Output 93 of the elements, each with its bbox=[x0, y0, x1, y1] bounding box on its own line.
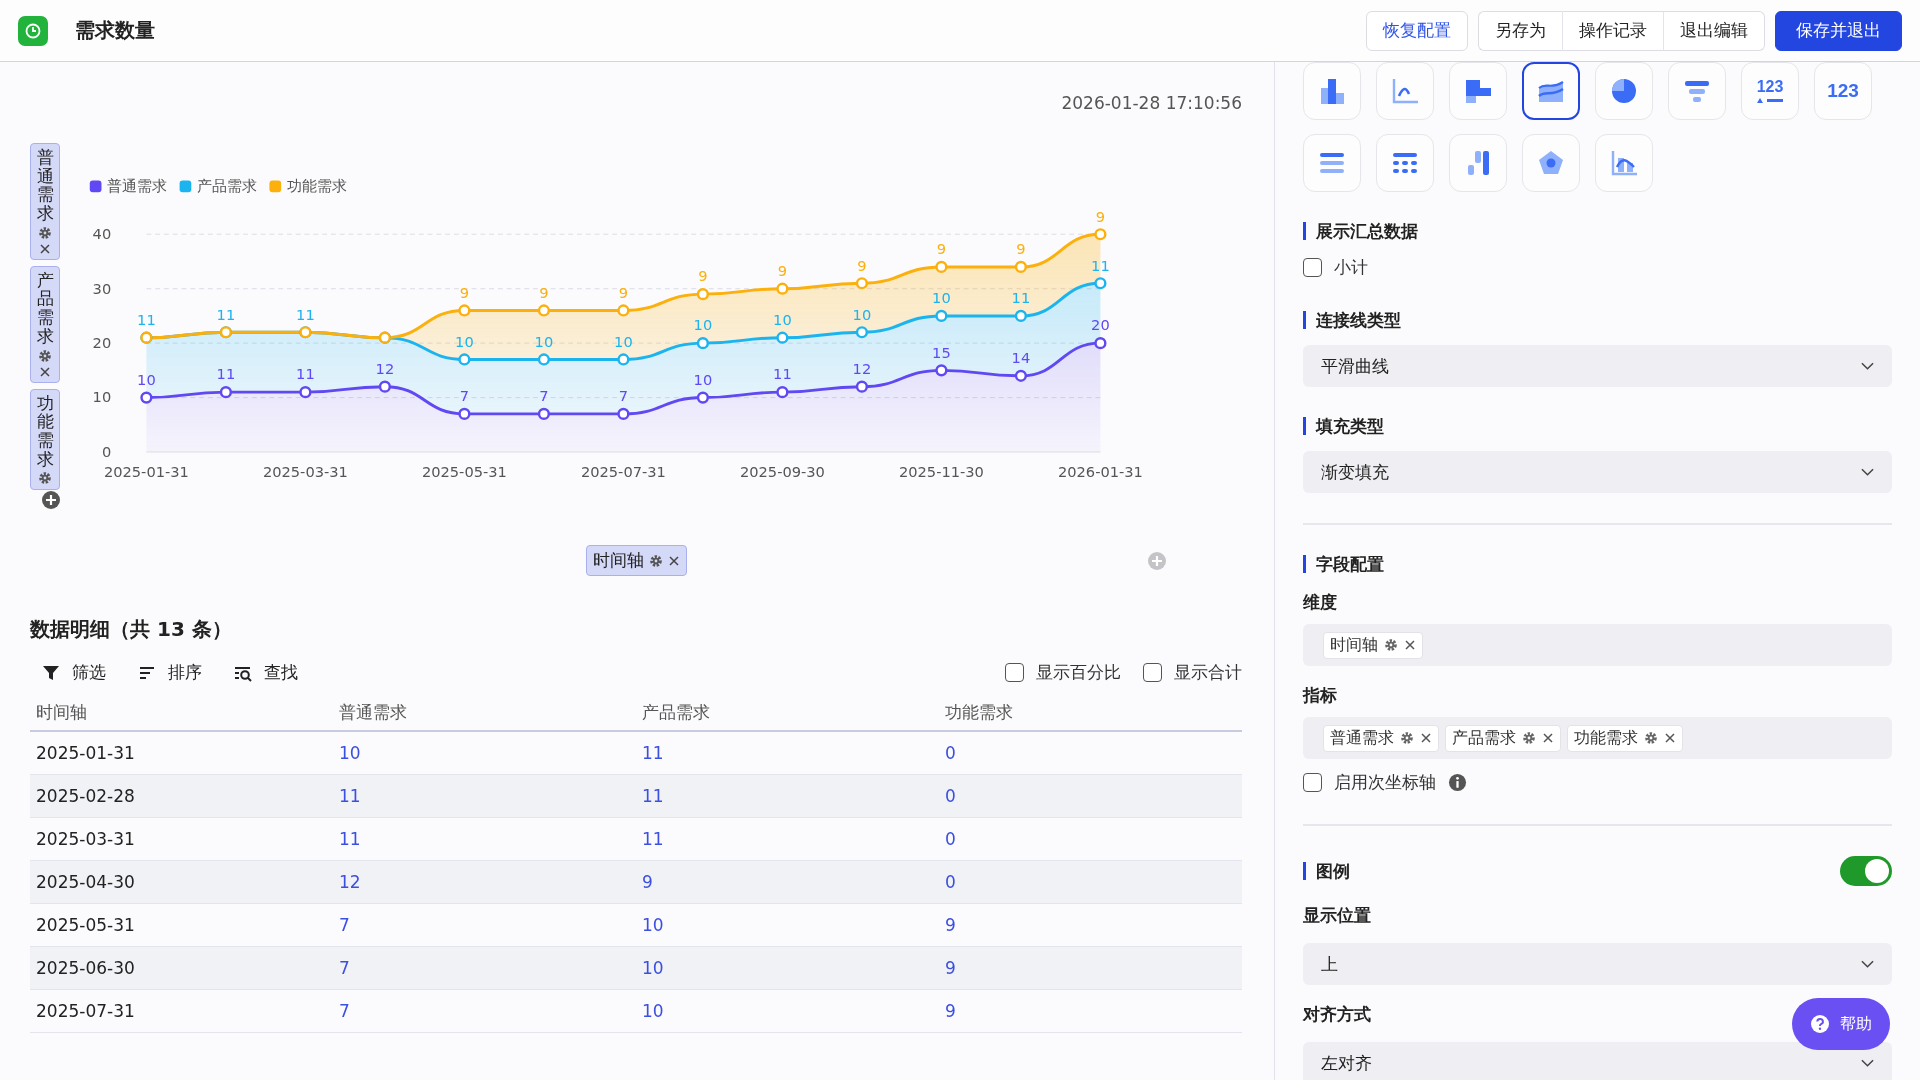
data-label: 12 bbox=[852, 360, 872, 377]
table-cell-text: 10 bbox=[641, 1001, 665, 1022]
table-cell-text: 0 bbox=[944, 872, 957, 893]
data-label: 10 bbox=[852, 305, 872, 323]
table-cell-text: 9 bbox=[944, 958, 957, 979]
y-tick-label: 20 bbox=[92, 334, 112, 351]
legend-label: 产品需求 bbox=[197, 177, 258, 195]
data-label: 11 bbox=[216, 305, 236, 323]
data-label: 9 bbox=[1095, 207, 1106, 225]
data-label: 10 bbox=[614, 332, 633, 350]
data-label: 20 bbox=[1091, 316, 1110, 334]
data-label: 9 bbox=[618, 283, 629, 301]
field-label: 维度 bbox=[1303, 591, 1337, 614]
x-tick-label: 2025-01-31 bbox=[103, 463, 189, 481]
data-label: 9 bbox=[698, 267, 708, 285]
section-title: 字段配置 bbox=[1303, 555, 1384, 573]
page-title: 需求数量 bbox=[75, 17, 155, 44]
table-cell-text: 9 bbox=[944, 1001, 957, 1022]
table-cell-text: 2025-05-31 bbox=[35, 915, 136, 936]
table-cell-text: 9 bbox=[641, 872, 654, 893]
table-cell-text: 9 bbox=[944, 915, 957, 936]
data-label: 10 bbox=[534, 332, 554, 350]
table-cell-text: 7 bbox=[338, 915, 351, 936]
data-label: 11 bbox=[296, 365, 315, 383]
section-title: 数据明细（共 13 条） bbox=[30, 616, 233, 644]
data-label: 11 bbox=[1091, 256, 1110, 274]
section-title: 连接线类型 bbox=[1303, 311, 1401, 329]
data-label: 9 bbox=[459, 283, 470, 301]
data-label: 15 bbox=[932, 343, 951, 361]
table-cell-text: 11 bbox=[338, 829, 362, 850]
legend-label: 功能需求 bbox=[287, 177, 348, 195]
field-label: 对齐方式 bbox=[1303, 1003, 1371, 1026]
data-label: 10 bbox=[455, 332, 474, 350]
x-tick-label: 2025-05-31 bbox=[421, 463, 507, 481]
y-tick-label: 40 bbox=[92, 225, 112, 243]
data-label: 10 bbox=[693, 316, 713, 334]
table-cell-text: 0 bbox=[944, 829, 957, 850]
data-label: 7 bbox=[618, 387, 629, 405]
x-tick-label: 2025-03-31 bbox=[262, 463, 348, 481]
data-label: 14 bbox=[1011, 349, 1031, 367]
table-cell-text: 12 bbox=[338, 872, 362, 893]
table-cell-text: 11 bbox=[641, 786, 665, 807]
data-label: 9 bbox=[936, 240, 947, 258]
table-cell-text: 10 bbox=[641, 958, 665, 979]
table-cell-text: 10 bbox=[641, 915, 665, 936]
section-title: 展示汇总数据 bbox=[1303, 222, 1418, 240]
data-label: 10 bbox=[773, 311, 792, 328]
data-label: 9 bbox=[1016, 240, 1026, 258]
y-tick-label: 30 bbox=[92, 279, 112, 297]
data-label: 11 bbox=[296, 305, 315, 323]
section-title: 图例 bbox=[1303, 862, 1350, 880]
table-cell-text: 2025-02-28 bbox=[35, 786, 136, 807]
table-cell-text: 7 bbox=[338, 958, 351, 979]
y-tick-label: 10 bbox=[92, 388, 112, 406]
section-title: 填充类型 bbox=[1303, 417, 1384, 435]
data-label: 11 bbox=[1011, 289, 1031, 307]
data-label: 11 bbox=[216, 365, 236, 383]
table-cell-text: 7 bbox=[338, 1001, 351, 1022]
table-cell-text: 2025-01-31 bbox=[35, 743, 136, 764]
table-cell-text: 2025-07-31 bbox=[35, 1001, 136, 1022]
timestamp: 2026-01-28 17:10:56 bbox=[1061, 93, 1242, 112]
data-label: 7 bbox=[459, 387, 470, 405]
table-cell-text: 11 bbox=[641, 743, 665, 764]
data-label: 9 bbox=[777, 262, 788, 279]
legend-label: 普通需求 bbox=[107, 177, 168, 195]
data-label: 11 bbox=[137, 311, 156, 328]
column-header: 时间轴 bbox=[35, 700, 88, 724]
field-label: 显示位置 bbox=[1303, 904, 1371, 927]
table-cell-text: 10 bbox=[338, 743, 362, 764]
field-label: 指标 bbox=[1303, 684, 1337, 707]
data-label: 11 bbox=[773, 365, 792, 383]
data-label: 7 bbox=[539, 387, 549, 405]
data-label: 10 bbox=[932, 289, 951, 307]
data-label: 12 bbox=[375, 360, 395, 377]
x-tick-label: 2025-11-30 bbox=[898, 463, 984, 481]
y-tick-label: 0 bbox=[101, 442, 112, 460]
table-cell-text: 11 bbox=[641, 829, 665, 850]
table-cell-text: 11 bbox=[338, 786, 362, 807]
table-cell-text: 0 bbox=[944, 743, 957, 764]
table-cell-text: 2025-03-31 bbox=[35, 829, 136, 850]
data-label: 9 bbox=[857, 256, 867, 274]
table-cell-text: 2025-06-30 bbox=[35, 958, 136, 979]
column-header: 产品需求 bbox=[641, 700, 711, 724]
x-tick-label: 2025-09-30 bbox=[739, 463, 825, 481]
data-label: 10 bbox=[693, 370, 713, 388]
column-header: 功能需求 bbox=[944, 700, 1014, 724]
column-header: 普通需求 bbox=[338, 700, 408, 724]
x-tick-label: 2025-07-31 bbox=[580, 463, 666, 481]
table-cell-text: 2025-04-30 bbox=[35, 872, 136, 893]
data-label: 9 bbox=[539, 283, 549, 301]
data-label: 10 bbox=[137, 370, 156, 388]
table-cell-text: 0 bbox=[944, 786, 957, 807]
x-tick-label: 2026-01-31 bbox=[1057, 463, 1143, 481]
